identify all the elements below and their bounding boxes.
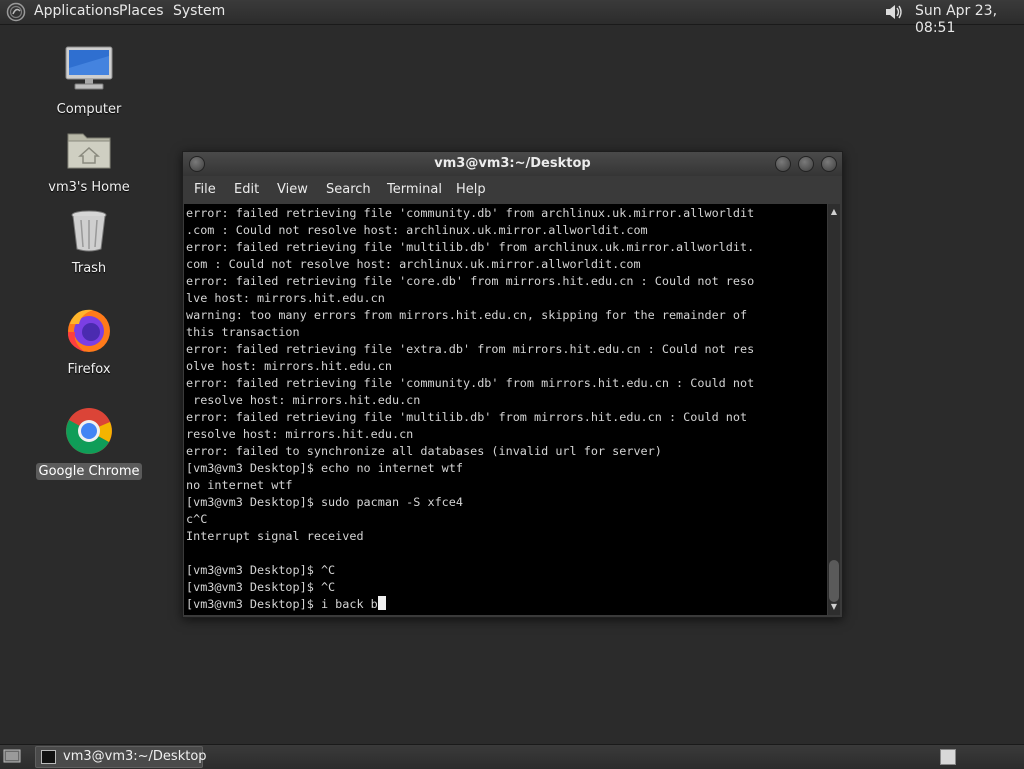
scroll-down-icon[interactable]: ▼ bbox=[828, 601, 840, 613]
desktop-icon-home[interactable]: vm3's Home bbox=[34, 128, 144, 196]
terminal-line: .com : Could not resolve host: archlinux… bbox=[186, 223, 648, 237]
desktop-icon-trash[interactable]: Trash bbox=[34, 209, 144, 277]
workspace-switcher-icon[interactable] bbox=[940, 749, 956, 765]
terminal-line: com : Could not resolve host: archlinux.… bbox=[186, 257, 641, 271]
terminal-line: error: failed retrieving file 'multilib.… bbox=[186, 240, 755, 254]
desktop-icon-label: Computer bbox=[56, 102, 122, 117]
menu-search[interactable]: Search bbox=[326, 182, 371, 197]
text-cursor bbox=[377, 596, 386, 610]
terminal-line: no internet wtf bbox=[186, 478, 293, 492]
terminal-line: Interrupt signal received bbox=[186, 529, 364, 543]
home-folder-icon bbox=[34, 128, 144, 176]
window-titlebar[interactable]: vm3@vm3:~/Desktop bbox=[183, 152, 842, 176]
terminal-line: c^C bbox=[186, 512, 208, 526]
close-icon[interactable] bbox=[821, 156, 837, 172]
terminal-line: olve host: mirrors.hit.edu.cn bbox=[186, 359, 392, 373]
gnome-foot-icon[interactable] bbox=[6, 2, 26, 22]
window-title: vm3@vm3:~/Desktop bbox=[434, 156, 591, 171]
menu-terminal[interactable]: Terminal bbox=[387, 182, 442, 197]
top-panel: Applications Places System Sun Apr 23, 0… bbox=[0, 0, 1024, 36]
clock[interactable]: Sun Apr 23, 08:51 bbox=[915, 3, 1024, 37]
minimize-icon[interactable] bbox=[775, 156, 791, 172]
terminal-line: error: failed retrieving file 'extra.db'… bbox=[186, 342, 755, 356]
terminal-scrollbar[interactable]: ▲ ▼ bbox=[828, 204, 840, 615]
desktop-icon-firefox[interactable]: Firefox bbox=[34, 306, 144, 378]
volume-icon[interactable] bbox=[883, 2, 905, 22]
terminal-line: error: failed retrieving file 'community… bbox=[186, 376, 755, 390]
terminal-line: lve host: mirrors.hit.edu.cn bbox=[186, 291, 385, 305]
show-desktop-icon[interactable] bbox=[3, 748, 21, 764]
terminal-line: [vm3@vm3 Desktop]$ ^C bbox=[186, 580, 336, 594]
menu-view[interactable]: View bbox=[277, 182, 308, 197]
terminal-line: resolve host: mirrors.hit.edu.cn bbox=[186, 393, 421, 407]
terminal-line: error: failed retrieving file 'core.db' … bbox=[186, 274, 755, 288]
scroll-up-icon[interactable]: ▲ bbox=[828, 206, 840, 218]
maximize-icon[interactable] bbox=[798, 156, 814, 172]
desktop-icon-label: Firefox bbox=[67, 362, 111, 377]
terminal-line: this transaction bbox=[186, 325, 300, 339]
terminal-line: [vm3@vm3 Desktop]$ i back b bbox=[186, 597, 378, 611]
terminal-output[interactable]: error: failed retrieving file 'community… bbox=[184, 204, 827, 615]
menu-help[interactable]: Help bbox=[456, 182, 486, 197]
terminal-line: error: failed to synchronize all databas… bbox=[186, 444, 662, 458]
terminal-window: vm3@vm3:~/Desktop File Edit View Search … bbox=[182, 151, 843, 618]
terminal-menubar: File Edit View Search Terminal Help bbox=[183, 176, 842, 202]
terminal-line: resolve host: mirrors.hit.edu.cn bbox=[186, 427, 414, 441]
terminal-line: error: failed retrieving file 'multilib.… bbox=[186, 410, 748, 424]
scrollbar-thumb[interactable] bbox=[829, 560, 839, 602]
terminal-line: error: failed retrieving file 'community… bbox=[186, 206, 755, 220]
terminal-line: [vm3@vm3 Desktop]$ echo no internet wtf bbox=[186, 461, 463, 475]
terminal-line: [vm3@vm3 Desktop]$ sudo pacman -S xfce4 bbox=[186, 495, 463, 509]
terminal-line: [vm3@vm3 Desktop]$ ^C bbox=[186, 563, 336, 577]
computer-monitor-icon bbox=[34, 44, 144, 98]
desktop-icon-label: Google Chrome bbox=[35, 463, 143, 480]
desktop-icon-google-chrome[interactable]: Google Chrome bbox=[34, 406, 144, 480]
firefox-icon bbox=[34, 306, 144, 358]
menu-places[interactable]: Places bbox=[119, 3, 164, 20]
desktop-icon-label: vm3's Home bbox=[48, 180, 130, 195]
trash-can-icon bbox=[34, 209, 144, 257]
menu-system[interactable]: System bbox=[173, 3, 225, 20]
desktop-icon-label: Trash bbox=[71, 261, 107, 276]
chrome-icon bbox=[34, 406, 144, 460]
menu-file[interactable]: File bbox=[194, 182, 216, 197]
bottom-panel: vm3@vm3:~/Desktop bbox=[0, 744, 1024, 769]
taskbar-button-label: vm3@vm3:~/Desktop bbox=[63, 749, 207, 764]
taskbar-button-terminal[interactable]: vm3@vm3:~/Desktop bbox=[35, 746, 207, 768]
desktop-icon-computer[interactable]: Computer bbox=[34, 44, 144, 118]
terminal-icon bbox=[41, 750, 56, 764]
menu-applications[interactable]: Applications bbox=[34, 3, 120, 20]
terminal-line: warning: too many errors from mirrors.hi… bbox=[186, 308, 748, 322]
menu-edit[interactable]: Edit bbox=[234, 182, 259, 197]
